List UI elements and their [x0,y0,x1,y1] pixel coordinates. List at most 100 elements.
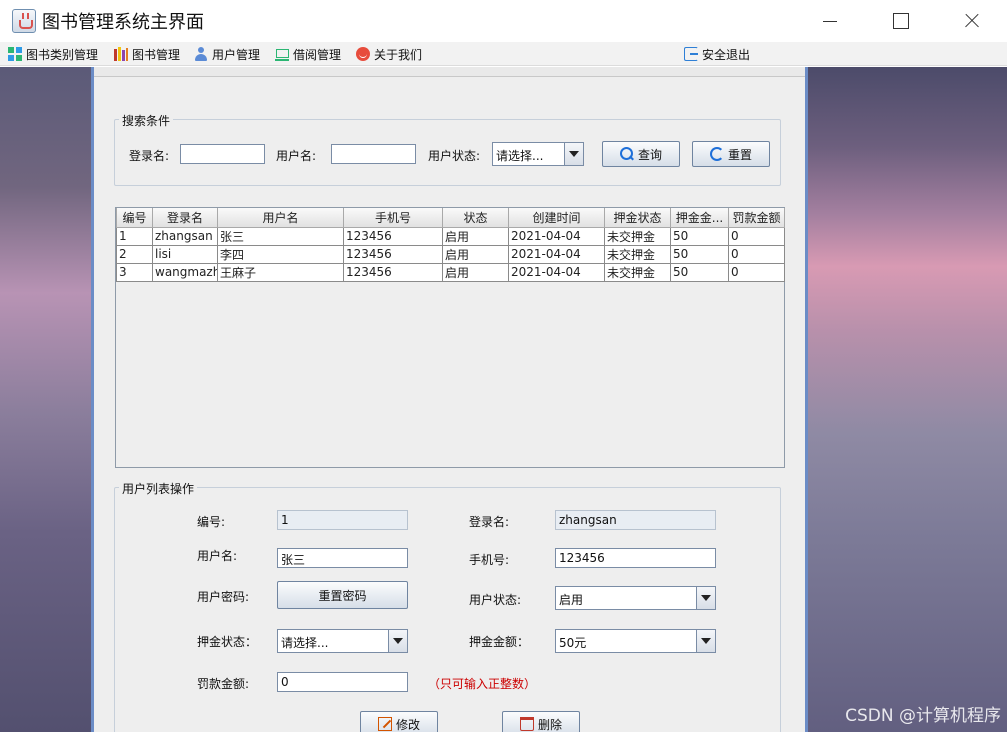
search-login-label: 登录名: [129,149,170,163]
internal-frame-title-strip[interactable] [94,67,805,77]
table-cell: zhangsan [152,226,218,246]
table-cell: 启用 [442,262,509,282]
column-header[interactable]: 创建时间 [508,208,605,228]
deposit-status-value: 请选择... [281,636,329,650]
fine-field[interactable]: 0 [277,672,408,692]
minimize-button[interactable] [806,5,852,37]
window-title: 图书管理系统主界面 [42,12,204,33]
delete-button[interactable]: 删除 [502,711,580,732]
reset-password-button[interactable]: 重置密码 [277,581,408,609]
table-cell: 2 [116,244,153,264]
reset-button[interactable]: 重置 [692,141,770,167]
reset-password-label: 重置密码 [318,588,367,603]
phone-label: 手机号: [469,553,510,567]
table-cell: 启用 [442,226,509,246]
search-status-label: 用户状态: [428,149,481,163]
user-table: 编号 登录名 用户名 手机号 状态 创建时间 押金状态 押金金... 罚款金额 … [116,208,785,282]
column-header[interactable]: 状态 [442,208,509,228]
user-operations-legend: 用户列表操作 [119,480,198,497]
chevron-down-icon[interactable] [696,587,715,609]
user-list-internal-frame: 搜索条件 登录名: 用户名: 用户状态: 请选择... 查询 重置 编号 登录名… [91,67,808,732]
menu-user-management[interactable]: 用户管理 [194,45,260,63]
menu-label: 图书类别管理 [26,47,99,62]
exit-icon [684,47,698,61]
chevron-down-icon[interactable] [564,143,583,165]
column-header[interactable]: 罚款金额 [728,208,785,228]
table-row[interactable]: 1 zhangsan 张三 123456 启用 2021-04-04 未交押金 … [116,226,785,246]
background-image-left [0,67,92,732]
user-status-value: 启用 [559,593,584,607]
delete-button-label: 删除 [537,717,562,732]
table-cell: 123456 [343,262,443,282]
column-header[interactable]: 登录名 [152,208,218,228]
table-cell: 0 [728,244,785,264]
menu-label: 图书管理 [132,47,181,62]
table-cell: 王麻子 [217,262,344,282]
refresh-icon [709,147,724,161]
close-button[interactable] [948,5,994,37]
category-grid-icon [8,47,22,61]
table-cell: 50 [670,262,729,282]
menu-book-management[interactable]: 图书管理 [114,45,180,63]
column-header[interactable]: 手机号 [343,208,443,228]
phone-field[interactable]: 123456 [555,548,716,568]
search-username-input[interactable] [331,144,416,164]
user-status-select[interactable]: 启用 [555,586,716,610]
table-cell: 未交押金 [604,226,671,246]
deposit-amount-value: 50元 [559,636,587,650]
user-table-panel[interactable]: 编号 登录名 用户名 手机号 状态 创建时间 押金状态 押金金... 罚款金额 … [115,207,785,468]
table-cell: 未交押金 [604,262,671,282]
search-status-select[interactable]: 请选择... [492,142,584,166]
table-row[interactable]: 3 wangmazhi 王麻子 123456 启用 2021-04-04 未交押… [116,262,785,282]
column-header[interactable]: 押金状态 [604,208,671,228]
login-name-field[interactable]: zhangsan [555,510,716,530]
table-cell: 2021-04-04 [508,226,605,246]
id-label: 编号: [197,515,226,529]
table-cell: 3 [116,262,153,282]
table-cell: 李四 [217,244,344,264]
search-login-input[interactable] [180,144,265,164]
user-icon [194,47,208,61]
watermark: CSDN @计算机程序 [845,706,1001,726]
user-status-label: 用户状态: [469,593,522,607]
smile-icon [356,47,370,61]
column-header[interactable]: 用户名 [217,208,344,228]
menu-borrow-management[interactable]: 借阅管理 [275,45,341,63]
search-group: 搜索条件 登录名: 用户名: 用户状态: 请选择... 查询 重置 [114,112,781,186]
edit-button[interactable]: 修改 [360,711,438,732]
java-app-icon [12,9,36,33]
edit-button-label: 修改 [395,717,420,732]
chevron-down-icon[interactable] [696,630,715,652]
cart-icon [275,47,289,61]
search-icon [619,147,634,161]
menu-about-us[interactable]: 关于我们 [356,45,422,63]
trash-icon [519,717,534,731]
edit-icon [377,717,392,731]
deposit-amount-select[interactable]: 50元 [555,629,716,653]
search-group-legend: 搜索条件 [119,112,174,129]
username-label: 用户名: [197,549,238,563]
table-cell: 启用 [442,244,509,264]
table-cell: 50 [670,226,729,246]
deposit-status-select[interactable]: 请选择... [277,629,408,653]
menu-label: 关于我们 [374,47,423,62]
column-header[interactable]: 押金金... [670,208,729,228]
id-field[interactable]: 1 [277,510,408,530]
background-image-right [808,67,1007,732]
menu-safe-exit[interactable]: 安全退出 [684,45,750,63]
fine-label: 罚款金额: [197,677,250,691]
table-row[interactable]: 2 lisi 李四 123456 启用 2021-04-04 未交押金 50 0 [116,244,785,264]
books-icon [114,47,128,61]
chevron-down-icon[interactable] [388,630,407,652]
table-cell: lisi [152,244,218,264]
table-cell: 1 [116,226,153,246]
table-cell: 0 [728,262,785,282]
username-field[interactable]: 张三 [277,548,408,568]
query-button[interactable]: 查询 [602,141,680,167]
maximize-button[interactable] [877,5,923,37]
table-cell: 2021-04-04 [508,262,605,282]
table-cell: 123456 [343,244,443,264]
deposit-amount-label: 押金金额： [469,635,530,649]
menu-category-management[interactable]: 图书类别管理 [8,45,98,63]
column-header[interactable]: 编号 [116,208,153,228]
